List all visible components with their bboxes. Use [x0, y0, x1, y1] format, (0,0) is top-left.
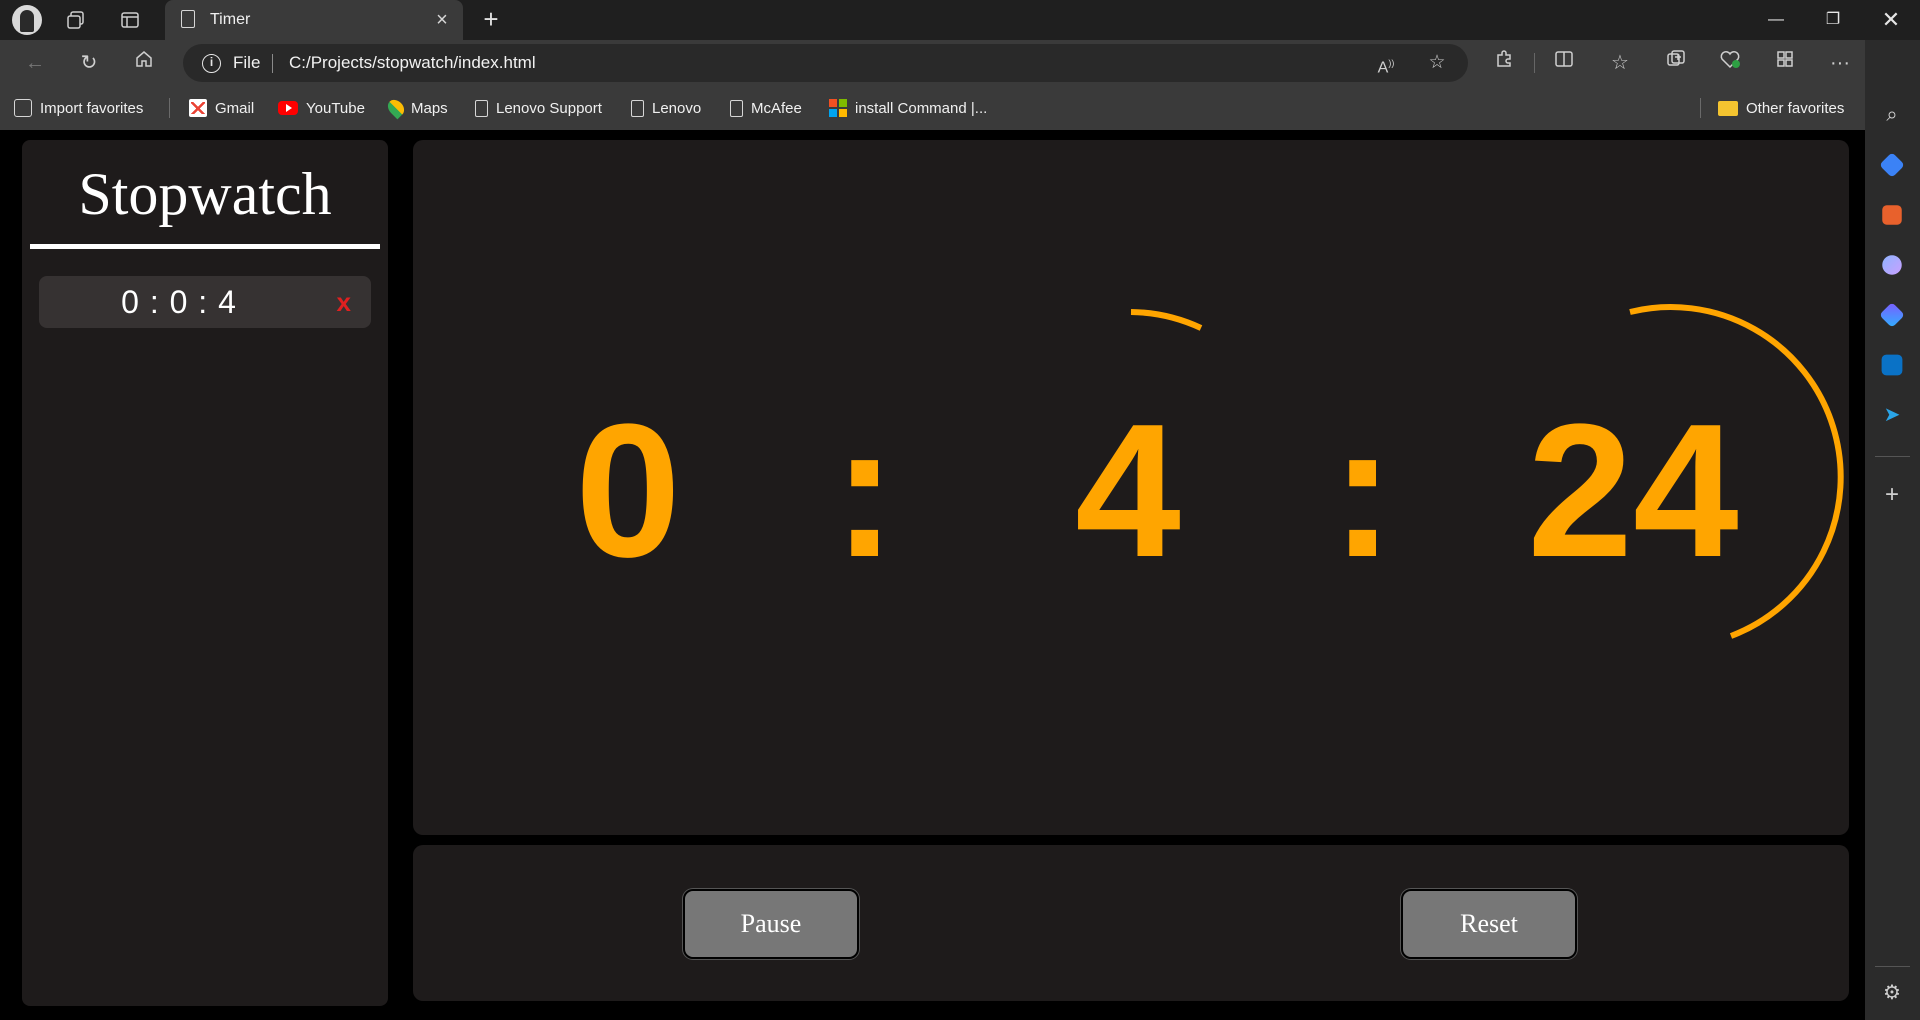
folder-icon [1718, 100, 1738, 116]
search-icon[interactable]: ⌕ [1879, 102, 1905, 128]
minutes-arc [1130, 309, 1203, 331]
tools-icon[interactable] [1882, 205, 1902, 225]
split-screen-icon[interactable] [1550, 49, 1578, 77]
favorite-lenovo[interactable]: Lenovo [631, 97, 701, 119]
maps-icon [384, 96, 408, 120]
title-underline [30, 244, 380, 249]
favorite-label: Maps [411, 99, 448, 117]
document-icon [475, 99, 488, 117]
seconds-value: 24 [1527, 385, 1739, 597]
favorite-label: install Command |... [855, 99, 988, 117]
profile-avatar[interactable] [12, 5, 42, 35]
separator-colon: : [1331, 385, 1395, 597]
refresh-icon[interactable]: ↻ [75, 49, 103, 77]
home-icon[interactable] [130, 49, 158, 77]
edge-sidebar: ⌕ ➤ + ⚙ [1865, 40, 1920, 1020]
minutes-value: 4 [1075, 385, 1181, 597]
delete-lap-button[interactable]: x [337, 287, 351, 318]
restore-button[interactable]: ❐ [1804, 0, 1862, 40]
shopping-tag-icon[interactable] [1879, 152, 1905, 178]
favorite-youtube[interactable]: YouTube [278, 97, 365, 119]
favorite-label: YouTube [306, 99, 365, 117]
scheme-label: File [233, 53, 261, 72]
read-aloud-icon[interactable]: A)) [1373, 50, 1399, 76]
divider [1875, 966, 1910, 967]
settings-gear-icon[interactable]: ⚙ [1879, 980, 1905, 1006]
address-bar[interactable]: i File C:/Projects/stopwatch/index.html … [183, 44, 1468, 82]
close-window-button[interactable]: ✕ [1862, 0, 1920, 40]
favorite-gmail[interactable]: Gmail [189, 97, 254, 119]
toolbar-divider [1534, 53, 1535, 73]
outlook-icon[interactable] [1881, 354, 1903, 376]
favorite-mcafee[interactable]: McAfee [730, 97, 802, 119]
extensions-icon[interactable] [1490, 49, 1518, 77]
page-content: Stopwatch 0 : 0 : 4 x 0 : 4 : 24 Pause R… [0, 130, 1865, 1020]
time-display-panel: 0 : 4 : 24 [413, 140, 1849, 835]
hours-value: 0 [575, 385, 681, 597]
active-tab[interactable]: Timer × [165, 0, 463, 40]
import-icon [14, 99, 32, 117]
info-icon[interactable]: i [202, 54, 221, 73]
navigation-bar: ← ↻ i File C:/Projects/stopwatch/index.h… [0, 40, 1920, 86]
app-title: Stopwatch [78, 161, 332, 227]
close-tab-icon[interactable]: × [431, 9, 453, 31]
divider [1700, 98, 1701, 118]
favorite-label: McAfee [751, 99, 802, 117]
favorites-bar: Import favorites Gmail YouTube Maps Leno… [0, 86, 1920, 130]
url-text[interactable]: C:/Projects/stopwatch/index.html [289, 53, 536, 73]
pause-button[interactable]: Pause [683, 889, 859, 959]
browser-title-bar: Timer × + — ❐ ✕ [0, 0, 1920, 40]
divider [272, 54, 273, 73]
favorite-label: Import favorites [40, 99, 144, 117]
favorite-lenovo-support[interactable]: Lenovo Support [475, 97, 602, 119]
controls-panel: Pause Reset [413, 845, 1849, 1001]
telegram-icon[interactable]: ➤ [1879, 402, 1905, 428]
other-favorites[interactable]: Other favorites [1718, 97, 1844, 119]
favorite-star-icon[interactable]: ☆ [1424, 50, 1450, 76]
copilot-sidebar-icon[interactable] [1879, 302, 1905, 328]
document-icon [730, 99, 743, 117]
lap-item: 0 : 0 : 4 x [39, 276, 371, 328]
workspaces-icon[interactable] [62, 6, 90, 34]
browser-essentials-icon[interactable] [1716, 49, 1744, 77]
lap-time: 0 : 0 : 4 [121, 284, 237, 320]
youtube-icon [278, 101, 298, 115]
games-icon[interactable] [1882, 255, 1902, 275]
divider [1875, 456, 1910, 457]
minimize-button[interactable]: — [1747, 0, 1805, 40]
back-arrow-icon[interactable]: ← [21, 49, 49, 77]
more-options-icon[interactable]: ··· [1826, 49, 1854, 77]
other-favorites-label: Other favorites [1746, 99, 1845, 117]
add-icon[interactable]: + [1879, 482, 1905, 508]
page-icon [181, 10, 195, 28]
reset-button[interactable]: Reset [1401, 889, 1577, 959]
divider [169, 98, 170, 118]
collections-icon[interactable] [1662, 49, 1690, 77]
tab-title: Timer [210, 11, 251, 28]
favorite-import[interactable]: Import favorites [14, 97, 143, 119]
favorites-icon[interactable]: ☆ [1606, 49, 1634, 77]
new-tab-button[interactable]: + [478, 6, 504, 33]
document-icon [631, 99, 644, 117]
favorite-maps[interactable]: Maps [384, 96, 448, 120]
laps-panel: Stopwatch 0 : 0 : 4 x [22, 140, 388, 1006]
separator-colon: : [833, 385, 897, 597]
apps-icon[interactable] [1771, 49, 1799, 77]
gmail-icon [189, 99, 207, 117]
favorite-label: Lenovo Support [496, 99, 602, 117]
favorite-install-command[interactable]: install Command |... [829, 97, 987, 119]
vertical-tabs-icon[interactable] [116, 6, 144, 34]
microsoft-icon [829, 99, 847, 117]
favorite-label: Lenovo [652, 99, 702, 117]
favorite-label: Gmail [215, 99, 255, 117]
